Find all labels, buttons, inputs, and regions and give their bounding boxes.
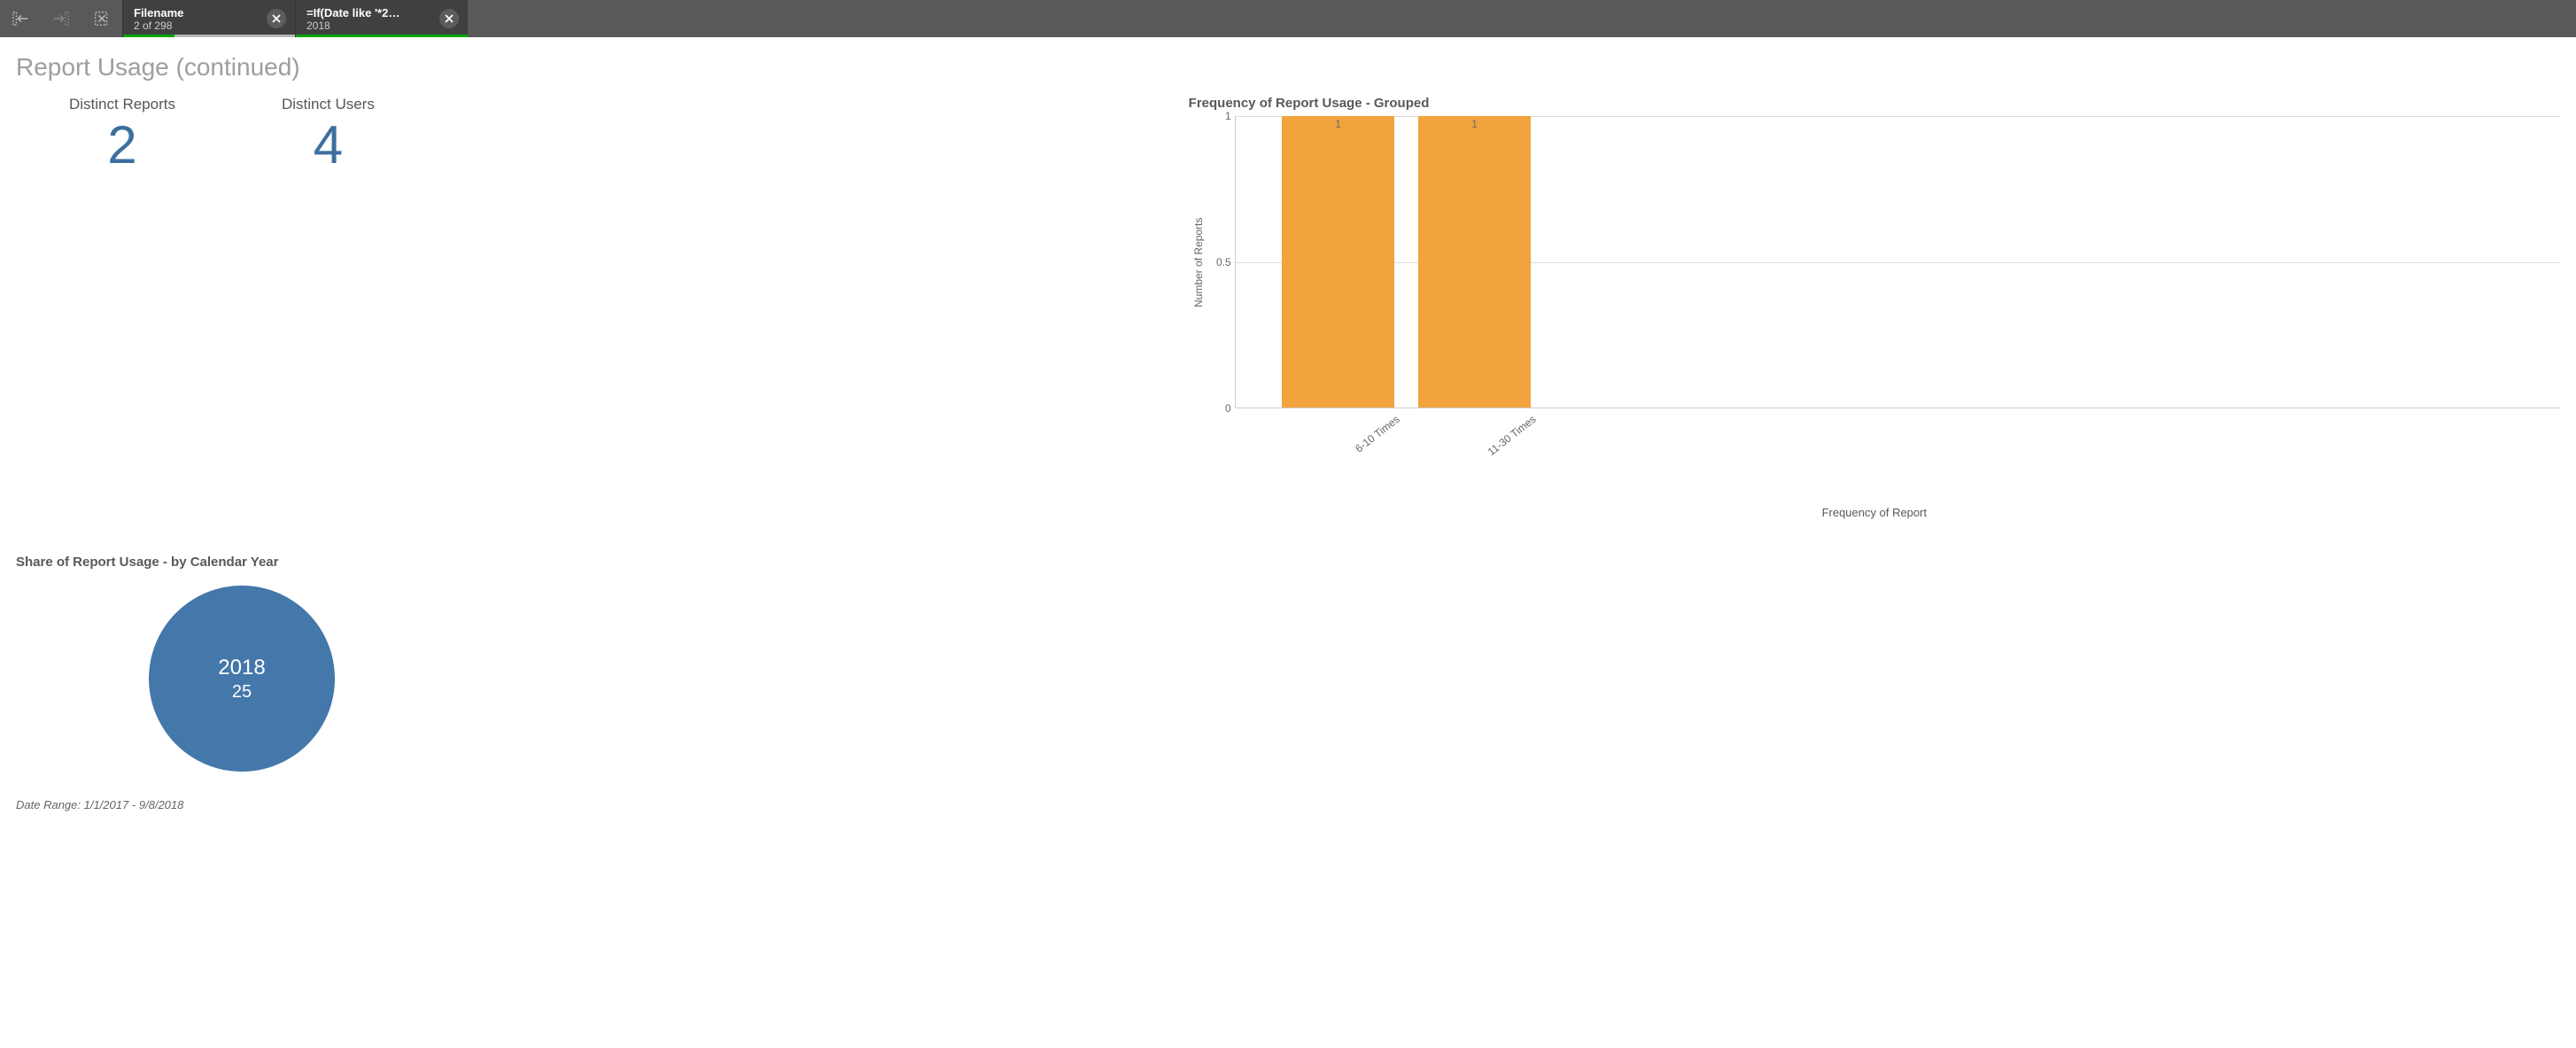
step-back-icon[interactable] <box>0 0 41 37</box>
selection-chip-sub: 2018 <box>306 19 432 32</box>
selection-chip-sub: 2 of 298 <box>134 19 260 32</box>
selection-chip-title: =If(Date like '*2… <box>306 6 432 19</box>
chart-title: Share of Report Usage - by Calendar Year <box>16 555 1136 570</box>
close-icon[interactable] <box>267 9 286 28</box>
kpi-distinct-reports[interactable]: Distinct Reports 2 <box>69 96 175 172</box>
y-axis-title: Number of Reports <box>1189 116 1208 408</box>
kpi-distinct-users[interactable]: Distinct Users 4 <box>282 96 375 172</box>
bar-value-label: 1 <box>1418 118 1531 130</box>
date-range-note: Date Range: 1/1/2017 - 9/8/2018 <box>16 798 2560 811</box>
bar-11-30-times[interactable]: 1 <box>1418 116 1531 408</box>
x-tick: 6-10 Times <box>1331 413 1402 471</box>
y-tick: 0 <box>1225 402 1231 415</box>
step-forward-icon[interactable] <box>41 0 81 37</box>
bar-chart-frequency-grouped[interactable]: Frequency of Report Usage - Grouped Numb… <box>1189 96 2560 519</box>
chart-title: Frequency of Report Usage - Grouped <box>1189 96 2560 111</box>
bar-6-10-times[interactable]: 1 <box>1282 116 1394 408</box>
selection-chip-title: Filename <box>134 6 260 19</box>
selection-chip-filename[interactable]: Filename 2 of 298 <box>122 0 295 37</box>
x-tick: 11-30 Times <box>1468 413 1539 471</box>
y-tick: 1 <box>1225 110 1231 122</box>
selection-chip-date-expr[interactable]: =If(Date like '*2… 2018 <box>295 0 468 37</box>
kpi-value: 2 <box>69 119 175 172</box>
x-axis-title: Frequency of Report <box>1189 506 2560 519</box>
bar-value-label: 1 <box>1282 118 1394 130</box>
kpi-value: 4 <box>282 119 375 172</box>
pie-chart-share-year[interactable]: Share of Report Usage - by Calendar Year… <box>16 555 1136 772</box>
close-icon[interactable] <box>439 9 459 28</box>
pie-slice-value: 25 <box>232 682 252 703</box>
page-title: Report Usage (continued) <box>16 53 2560 82</box>
pie-slice-label: 2018 <box>218 656 265 680</box>
kpi-label: Distinct Reports <box>69 96 175 113</box>
clear-selections-icon[interactable] <box>81 0 122 37</box>
kpi-label: Distinct Users <box>282 96 375 113</box>
y-tick: 0.5 <box>1216 256 1231 268</box>
